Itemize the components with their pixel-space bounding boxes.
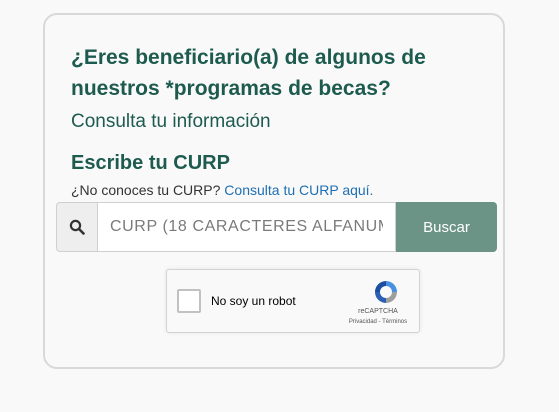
curp-hint: ¿No conoces tu CURP? Consulta tu CURP aq… xyxy=(71,181,373,199)
recaptcha-brand: reCAPTCHA xyxy=(358,308,398,315)
recaptcha-links: Privacidad - Términos xyxy=(337,319,419,325)
card-subtitle: Consulta tu información xyxy=(71,111,271,132)
recaptcha-checkbox[interactable] xyxy=(177,289,201,313)
beneficiary-lookup-card: ¿Eres beneficiario(a) de algunos de nues… xyxy=(43,13,505,369)
curp-hint-text: ¿No conoces tu CURP? xyxy=(71,182,221,198)
search-button[interactable]: Buscar xyxy=(396,202,497,252)
curp-lookup-link[interactable]: Consulta tu CURP aquí. xyxy=(224,182,373,198)
curp-input[interactable] xyxy=(97,202,396,252)
recaptcha-widget: No soy un robot reCAPTCHA Privacidad - T… xyxy=(166,269,420,333)
recaptcha-label: No soy un robot xyxy=(211,294,296,308)
recaptcha-logo-icon xyxy=(372,278,400,311)
recaptcha-links-separator: - xyxy=(378,319,381,325)
recaptcha-terms-link[interactable]: Términos xyxy=(382,319,407,325)
card-title: ¿Eres beneficiario(a) de algunos de nues… xyxy=(71,46,426,100)
curp-search-group: Buscar xyxy=(56,202,497,252)
recaptcha-privacy-link[interactable]: Privacidad xyxy=(349,319,377,325)
curp-heading: Escribe tu CURP xyxy=(71,152,230,174)
search-icon xyxy=(56,202,97,252)
